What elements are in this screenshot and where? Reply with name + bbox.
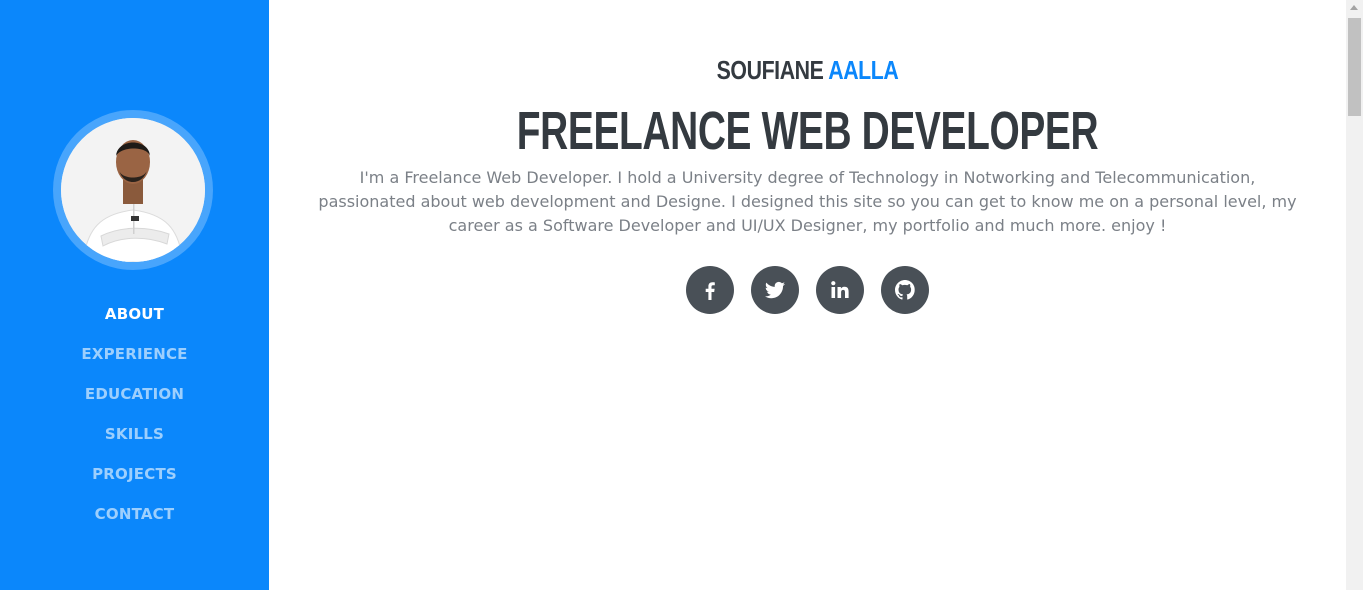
page-name: SOUFIANE AALLA [366, 55, 1249, 86]
main-content: SOUFIANE AALLA FREELANCE WEB DEVELOPER I… [269, 0, 1346, 590]
sidebar-nav: ABOUT EXPERIENCE EDUCATION SKILLS PROJEC… [0, 294, 269, 534]
bio-text: I'm a Freelance Web Developer. I hold a … [318, 168, 1297, 235]
social-links [269, 266, 1346, 314]
nav-item-education[interactable]: EDUCATION [0, 374, 269, 414]
vertical-scrollbar[interactable] [1346, 0, 1363, 590]
nav-item-about[interactable]: ABOUT [0, 294, 269, 334]
github-button[interactable] [881, 266, 929, 314]
scroll-up-arrow-icon[interactable] [1350, 5, 1358, 10]
nav-item-skills[interactable]: SKILLS [0, 414, 269, 454]
twitter-button[interactable] [751, 266, 799, 314]
name-first: SOUFIANE [716, 55, 824, 85]
linkedin-icon [831, 281, 849, 298]
facebook-button[interactable] [686, 266, 734, 314]
nav-item-projects[interactable]: PROJECTS [0, 454, 269, 494]
nav-item-contact[interactable]: CONTACT [0, 494, 269, 534]
scrollbar-thumb[interactable] [1348, 18, 1361, 116]
nav-item-experience[interactable]: EXPERIENCE [0, 334, 269, 374]
twitter-icon [765, 281, 785, 299]
github-icon [895, 280, 915, 300]
linkedin-button[interactable] [816, 266, 864, 314]
facebook-icon [705, 282, 715, 300]
sidebar: ABOUT EXPERIENCE EDUCATION SKILLS PROJEC… [0, 0, 269, 590]
avatar[interactable] [61, 118, 205, 262]
avatar-photo [61, 118, 205, 262]
page-title: FREELANCE WEB DEVELOPER [516, 101, 1099, 161]
avatar-ring [53, 110, 213, 270]
name-last: AALLA [828, 55, 899, 85]
